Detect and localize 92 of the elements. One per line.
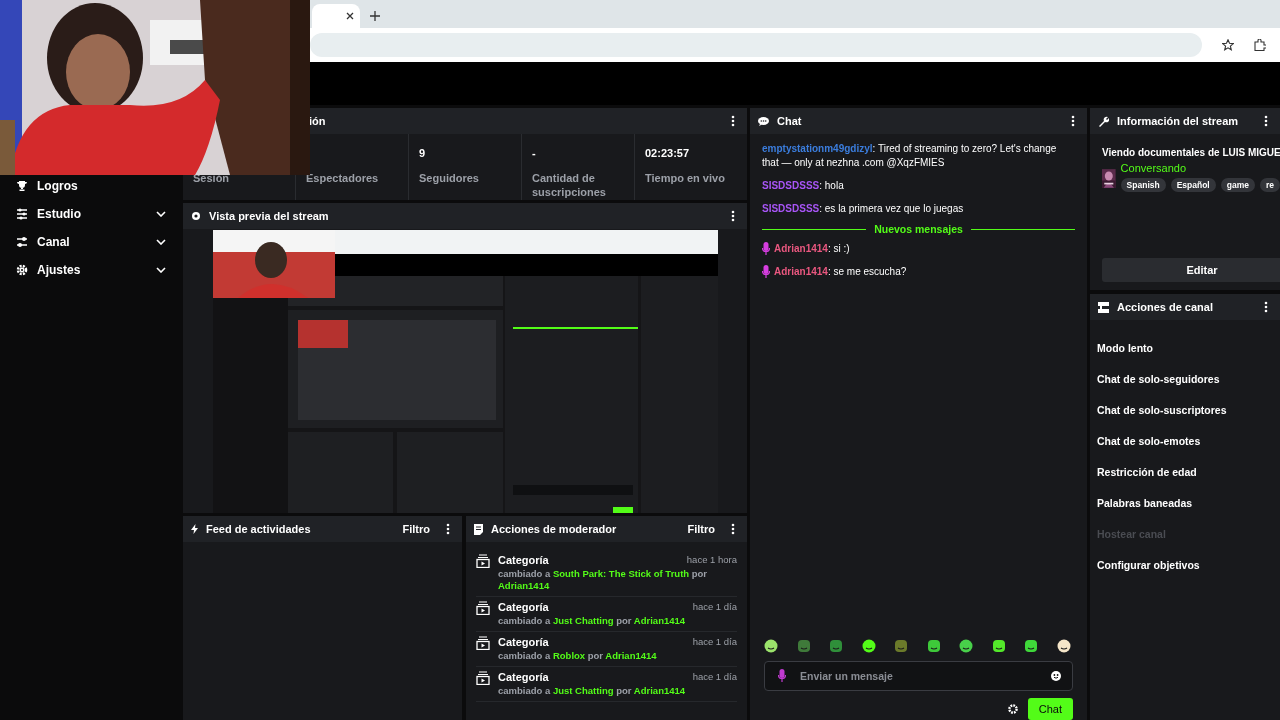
chat-message: Adrian1414: si :) [774,242,851,256]
more-options-icon[interactable] [731,115,735,127]
panel-title: Información del stream [1117,115,1240,127]
entry-detail: cambiado a South Park: The Stick of Truth por Adrian1414 [498,568,709,592]
stat-value: 9 [419,147,427,159]
entry-title: Categoría [498,636,549,648]
category-icon [476,554,490,568]
stat-label: Tiempo en vivo [645,171,726,185]
stat-value: - [532,147,537,159]
channel-action[interactable]: Chat de solo-seguidores [1097,363,1280,394]
entry-title: Categoría [498,554,549,566]
panel-title: Acciones de moderador [491,523,618,535]
channel-actions-icon [1098,301,1109,313]
sidebar-item[interactable]: Estudio [0,200,180,228]
panel-title: Vista previa del stream [209,210,330,222]
stat-value: 02:23:57 [645,147,691,159]
emote-icon[interactable] [861,639,876,653]
stat-label: Cantidad de suscripciones [532,171,607,199]
channel-action[interactable]: Restricción de edad [1097,456,1280,487]
emote-icon[interactable] [926,639,941,653]
trophy-icon [16,180,28,192]
chat-message: Adrian1414: se me escucha? [774,265,908,279]
entry-detail: cambiado a Just Chatting por Adrian1414 [498,615,687,627]
tag[interactable]: Español [1170,178,1216,192]
category-icon [476,601,490,615]
category-icon [476,636,490,650]
gear-icon [16,264,28,276]
emoji-icon[interactable] [1051,671,1061,681]
entry-time: hace 1 día [692,636,737,648]
entry-time: hace 1 día [692,671,737,683]
puzzle-icon[interactable] [1254,39,1266,51]
chat-message: SISDSDSSS: es la primera vez que lo juegas [762,202,965,216]
microphone-icon [762,265,770,278]
new-messages-divider: Nuevos mensajes [874,223,963,235]
edit-button[interactable]: Editar [1102,258,1280,282]
entry-title: Categoría [498,671,549,683]
chat-bubble-icon [758,116,769,126]
sidebar-item[interactable]: Canal [0,228,180,256]
filter-button[interactable]: Filtro [394,523,438,535]
more-options-icon[interactable] [446,523,450,535]
channel-action[interactable]: Modo lento [1097,332,1280,363]
document-icon [474,523,483,535]
stat-label: Espectadores [306,171,380,185]
category-name: Conversando [1120,162,1188,174]
microphone-icon[interactable] [778,669,786,682]
channel-action[interactable]: Palabras baneadas [1097,487,1280,518]
star-icon[interactable] [1222,39,1234,51]
entry-time: hace 1 hora [686,554,737,566]
emote-icon[interactable] [1024,639,1039,653]
more-options-icon[interactable] [731,210,735,222]
stat-label: Seguidores [419,171,480,185]
more-options-icon[interactable] [1264,301,1268,313]
send-chat-button[interactable]: Chat [1027,698,1073,720]
panel-title: ión [308,115,327,127]
settings-icon[interactable] [1007,704,1018,714]
entry-detail: cambiado a Just Chatting por Adrian1414 [498,685,687,697]
stream-title: Viendo documentales de LUIS MIGUE [1102,147,1280,158]
emote-icon[interactable] [959,639,974,653]
channel-action[interactable]: Configurar objetivos [1097,549,1280,580]
chevron-down-icon [156,211,166,217]
message-input-field[interactable]: Enviar un mensaje [764,661,1073,691]
category-icon [476,671,490,685]
entry-title: Categoría [498,601,549,613]
new-tab-icon[interactable] [370,11,380,21]
entry-time: hace 1 día [692,601,737,613]
tag[interactable]: Spanish [1120,178,1166,192]
entry-detail: cambiado a Roblox por Adrian1414 [498,650,658,662]
panel-title: Feed de actividades [206,523,312,535]
more-options-icon[interactable] [731,523,735,535]
lightning-icon [191,524,198,534]
more-options-icon[interactable] [1071,115,1075,127]
chevron-down-icon [156,267,166,273]
chat-message: SISDSDSSS: hola [762,179,845,193]
channel-action[interactable]: Chat de solo-emotes [1097,425,1280,456]
close-icon[interactable] [346,12,354,20]
chevron-down-icon [156,239,166,245]
emote-icon[interactable] [764,639,778,653]
panel-title: Chat [777,115,803,127]
more-options-icon[interactable] [1264,115,1268,127]
sliders-icon [16,236,28,248]
tag[interactable]: re [1259,178,1280,192]
wrench-icon [1098,115,1109,127]
emote-icon[interactable] [1056,639,1071,653]
panel-title: Acciones de canal [1117,301,1214,313]
emote-icon[interactable] [991,639,1006,653]
filter-button[interactable]: Filtro [679,523,723,535]
tag[interactable]: game [1220,178,1255,192]
microphone-icon [762,242,770,255]
chat-message: emptystationm49gdizyl: Tired of streaming to zero? Let's change that — only at nezhna .com @XqzFMIES [762,142,1058,170]
channel-action[interactable]: Chat de solo-suscriptores [1097,394,1280,425]
sidebar-item[interactable]: Logros [0,172,180,200]
sidebar-item[interactable]: Ajustes [0,256,180,284]
